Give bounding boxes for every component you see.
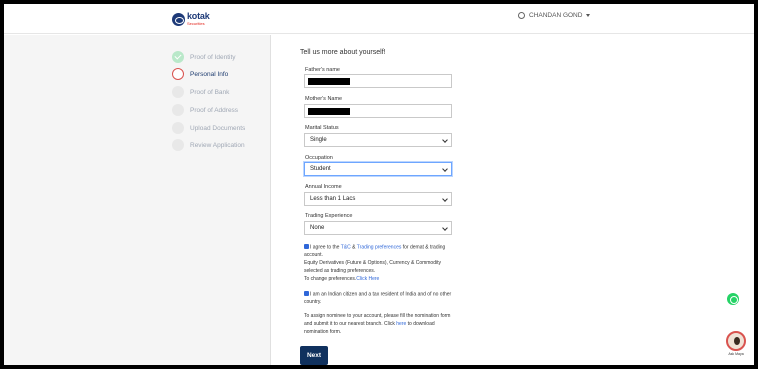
fathers-name-label: Father's name — [305, 67, 340, 73]
chevron-down-icon — [442, 137, 448, 143]
click-here-link[interactable]: Click Here — [356, 276, 379, 282]
citizen-consent: I am an Indian citizen and a tax residen… — [304, 291, 454, 307]
occupation-select[interactable]: Student — [304, 162, 452, 176]
marital-status-select[interactable]: Single — [304, 133, 452, 147]
form-heading: Tell us more about yourself! — [300, 49, 386, 56]
step-upload-documents: Upload Documents — [172, 122, 245, 134]
top-bar: kotak Securities CHANDAN GOND — [4, 4, 754, 34]
step-label: Upload Documents — [190, 124, 246, 132]
redacted-value — [308, 78, 350, 85]
user-menu[interactable]: CHANDAN GOND — [518, 12, 591, 19]
step-label: Personal Info — [190, 70, 229, 78]
next-button[interactable]: Next — [300, 346, 328, 365]
citizen-text: I am an Indian citizen and a tax residen… — [304, 291, 452, 306]
step-pending-indicator — [172, 104, 184, 116]
select-value: None — [310, 225, 325, 231]
terms-consent: I agree to the T&C & Trading preferences… — [304, 244, 454, 283]
change-prefix: To change preferences. — [304, 275, 357, 282]
chevron-down-icon — [442, 225, 448, 231]
step-proof-of-identity: Proof of Identity — [172, 51, 236, 63]
maya-avatar — [726, 331, 746, 351]
check-icon — [172, 51, 184, 63]
mothers-name-input[interactable] — [304, 104, 452, 118]
nominee-info: To assign nominee to your account, pleas… — [304, 313, 454, 336]
segments-text: Equity Derivatives (Future & Options), C… — [304, 260, 441, 274]
step-label: Proof of Address — [190, 106, 239, 114]
step-label: Proof of Bank — [190, 88, 230, 96]
trading-experience-select[interactable]: None — [304, 221, 452, 235]
tnc-link[interactable]: T&C — [341, 245, 351, 251]
mothers-name-label: Mother's Name — [305, 96, 343, 102]
ask-maya-widget[interactable]: Ask Maya — [723, 331, 749, 361]
chevron-down-icon — [442, 196, 448, 202]
step-label: Proof of Identity — [190, 53, 236, 61]
logo-subtitle: Securities — [187, 21, 205, 26]
user-icon — [518, 12, 525, 19]
citizen-checkbox[interactable] — [304, 291, 309, 296]
step-personal-info: Personal Info — [172, 68, 228, 80]
redacted-value — [308, 108, 350, 115]
progress-sidebar — [4, 35, 271, 365]
step-active-indicator — [172, 68, 184, 80]
kotak-logo[interactable]: kotak Securities — [172, 10, 210, 28]
step-proof-of-address: Proof of Address — [172, 104, 238, 116]
trading-preferences-link[interactable]: Trading preferences — [357, 245, 402, 251]
select-value: Less than 1 Lacs — [310, 196, 356, 202]
agree-prefix: I agree to the — [310, 244, 341, 251]
select-value: Single — [310, 137, 327, 143]
step-pending-indicator — [172, 139, 184, 151]
annual-income-label: Annual Income — [305, 184, 342, 190]
fathers-name-input[interactable] — [304, 74, 452, 88]
download-nomination-link[interactable]: here — [396, 321, 406, 327]
select-value: Student — [310, 166, 331, 172]
page-frame: kotak Securities CHANDAN GOND Proof of I… — [4, 4, 754, 365]
user-name: CHANDAN GOND — [529, 12, 583, 19]
trading-experience-label: Trading Experience — [305, 213, 353, 219]
marital-status-label: Marital Status — [305, 125, 339, 131]
step-proof-of-bank: Proof of Bank — [172, 86, 229, 98]
annual-income-select[interactable]: Less than 1 Lacs — [304, 192, 452, 206]
step-pending-indicator — [172, 122, 184, 134]
step-review-application: Review Application — [172, 139, 245, 151]
logo-name: kotak — [187, 11, 210, 21]
whatsapp-icon[interactable] — [727, 293, 739, 305]
chevron-down-icon — [442, 166, 448, 172]
step-pending-indicator — [172, 86, 184, 98]
step-label: Review Application — [190, 141, 245, 149]
help-label: Ask Maya — [728, 352, 744, 356]
chevron-down-icon — [586, 14, 591, 17]
occupation-label: Occupation — [305, 155, 333, 161]
terms-checkbox[interactable] — [304, 244, 309, 249]
kotak-logo-icon — [172, 12, 185, 26]
